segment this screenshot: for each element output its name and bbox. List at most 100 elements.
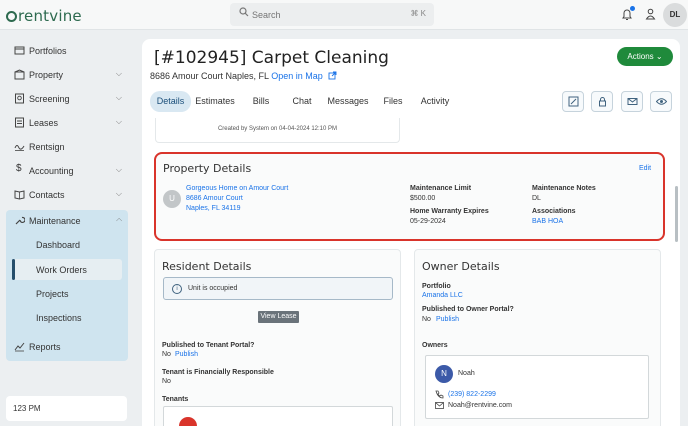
maintenance-limit-label: Maintenance Limit: [410, 185, 472, 192]
search-icon: [239, 7, 249, 20]
screening-icon: [14, 93, 26, 105]
rentvine-logo[interactable]: rentvine: [6, 7, 82, 25]
occupied-notice: i Unit is occupied: [163, 277, 393, 300]
address-text: 8686 Amour Court Naples, FL: [150, 71, 269, 81]
tab-chat[interactable]: Chat: [288, 91, 316, 112]
chevron-down-icon: ⌵: [115, 189, 122, 198]
maintenance-notes-label: Maintenance Notes: [532, 185, 596, 192]
open-in-map-link[interactable]: Open in Map: [271, 71, 323, 81]
page-title: [#102945] Carpet Cleaning: [154, 48, 389, 68]
property-name-link[interactable]: Gorgeous Home on Amour Court: [186, 185, 288, 192]
financially-responsible-value: No: [162, 378, 171, 385]
owner-contact-card[interactable]: N Noah (239) 822-2299 Noah@rentvine.com: [425, 355, 649, 419]
actions-button[interactable]: Actions ⌄: [617, 47, 673, 66]
tab-details[interactable]: Details: [150, 91, 191, 112]
edit-link[interactable]: Edit: [639, 165, 651, 172]
sidebar-sub-dashboard[interactable]: Dashboard: [36, 240, 80, 250]
owner-portal-value: No: [422, 316, 431, 323]
maintenance-limit-value: $500.00: [410, 195, 436, 202]
owner-avatar: N: [435, 365, 453, 383]
tab-messages[interactable]: Messages: [327, 91, 369, 112]
sidebar-item-label: Accounting: [29, 166, 74, 176]
sidebar-sub-work-orders[interactable]: Work Orders: [36, 265, 87, 275]
portfolio-link[interactable]: Amanda LLC: [422, 292, 463, 299]
owner-phone-link[interactable]: (239) 822-2299: [448, 391, 496, 398]
sidebar-item-reports[interactable]: Reports: [14, 339, 126, 357]
tab-files[interactable]: Files: [381, 91, 405, 112]
home-warranty-label: Home Warranty Expires: [410, 208, 489, 215]
sidebar-item-contacts[interactable]: Contacts ⌵: [14, 187, 126, 205]
logo-text: rentvine: [18, 7, 82, 25]
owner-portal-label: Published to Owner Portal?: [422, 306, 514, 313]
info-icon: i: [172, 284, 182, 294]
owner-name: Noah: [458, 370, 475, 377]
edit-button[interactable]: [562, 91, 584, 112]
property-street-link[interactable]: 8686 Amour Court: [186, 195, 243, 202]
owners-label: Owners: [422, 342, 448, 349]
chevron-down-icon: ⌵: [115, 93, 122, 102]
mail-button[interactable]: [621, 91, 643, 112]
sidebar-item-label: Maintenance: [29, 216, 81, 226]
view-button[interactable]: [650, 91, 672, 112]
sidebar-item-label: Property: [29, 70, 64, 80]
search-box[interactable]: ⌘ K: [230, 3, 434, 26]
eye-icon: [656, 98, 667, 105]
sidebar-sub-inspections[interactable]: Inspections: [36, 313, 82, 323]
tenant-portal-label: Published to Tenant Portal?: [162, 342, 255, 349]
property-avatar: U: [163, 190, 181, 208]
resident-details-card: Resident Details i Unit is occupied View…: [154, 249, 401, 426]
external-link-icon[interactable]: [325, 71, 337, 81]
sidebar-item-leases[interactable]: Leases ⌵: [14, 115, 126, 133]
tab-estimates[interactable]: Estimates: [194, 91, 236, 112]
sidebar-sub-projects[interactable]: Projects: [36, 289, 69, 299]
view-lease-button[interactable]: View Lease: [258, 311, 299, 323]
chart-icon: [14, 341, 26, 353]
chevron-down-icon: ⌵: [115, 69, 122, 78]
bell-icon[interactable]: [621, 6, 635, 21]
sidebar-item-rentsign[interactable]: Rentsign: [14, 139, 126, 157]
notification-dot: [630, 6, 635, 11]
lock-button[interactable]: [591, 91, 613, 112]
sidebar-item-property[interactable]: Property ⌵: [14, 67, 126, 85]
tab-activity[interactable]: Activity: [419, 91, 451, 112]
sidebar-item-label: Reports: [29, 342, 61, 352]
resident-details-title: Resident Details: [162, 260, 252, 273]
user-avatar[interactable]: DL: [663, 3, 687, 27]
person-icon[interactable]: [645, 8, 656, 23]
property-address: 8686 Amour Court Naples, FL Open in Map: [150, 71, 337, 81]
sidebar-item-label: Portfolios: [29, 46, 67, 56]
chevron-up-icon: ⌵: [115, 216, 122, 225]
owner-publish-link[interactable]: Publish: [436, 316, 459, 323]
owner-email[interactable]: Noah@rentvine.com: [448, 402, 512, 409]
property-city-link[interactable]: Naples, FL 34119: [186, 205, 240, 212]
sidebar-item-screening[interactable]: Screening ⌵: [14, 91, 126, 109]
search-input[interactable]: [252, 7, 392, 22]
mail-icon: [627, 98, 638, 105]
logo-icon: [6, 11, 17, 22]
dollar-icon: $: [16, 163, 22, 174]
building-icon: [14, 69, 26, 81]
scrollbar[interactable]: [675, 186, 678, 242]
sidebar-item-maintenance[interactable]: Maintenance ⌵: [14, 213, 126, 231]
tenant-card[interactable]: [163, 406, 393, 426]
search-shortcut: ⌘ K: [410, 9, 426, 18]
active-indicator: [12, 259, 15, 280]
top-bar: rentvine ⌘ K DL: [0, 0, 688, 30]
folder-icon: [14, 45, 26, 57]
wrench-icon: [14, 215, 26, 227]
associations-link[interactable]: BAB HOA: [532, 218, 563, 225]
sidebar-item-portfolios[interactable]: Portfolios: [14, 43, 126, 61]
clock-widget: 123 PM: [6, 396, 127, 421]
lock-icon: [599, 97, 606, 107]
tab-bills[interactable]: Bills: [247, 91, 275, 112]
created-by-note: Created by System on 04-04-2024 12:10 PM: [155, 118, 400, 143]
associations-label: Associations: [532, 208, 576, 215]
maintenance-notes-value: DL: [532, 195, 541, 202]
sidebar: Portfolios Property ⌵ Screening ⌵ Leases…: [0, 31, 136, 426]
property-details-card: Property Details Edit U Gorgeous Home on…: [154, 152, 665, 241]
sidebar-item-accounting[interactable]: $ Accounting ⌵: [14, 163, 126, 181]
tenant-publish-link[interactable]: Publish: [175, 351, 198, 358]
owner-details-title: Owner Details: [422, 260, 500, 273]
tenant-avatar: [179, 417, 197, 426]
portfolio-label: Portfolio: [422, 283, 451, 290]
